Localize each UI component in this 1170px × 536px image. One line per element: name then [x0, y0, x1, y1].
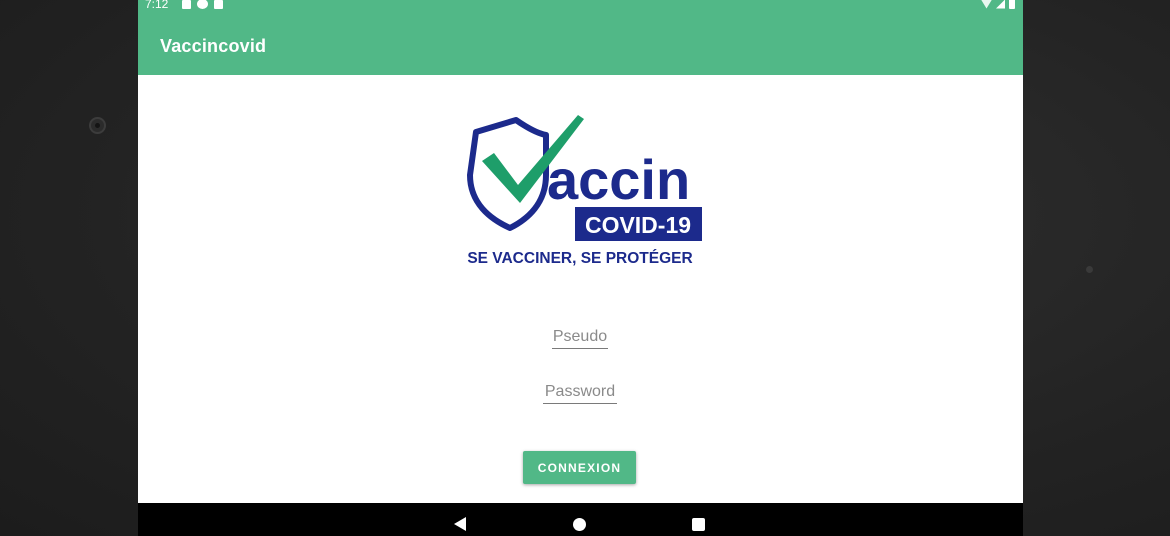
- a-notification-icon: [182, 0, 191, 9]
- front-camera: [89, 117, 106, 134]
- status-left-icons: [182, 0, 223, 9]
- pseudo-input[interactable]: Pseudo: [552, 328, 608, 349]
- status-bar: 7:12: [138, 0, 1023, 12]
- screen: 7:12 Vaccincovid accin COVID-19 SE VACCI…: [138, 0, 1023, 536]
- connexion-button[interactable]: CONNEXION: [523, 451, 636, 484]
- recents-icon[interactable]: [692, 518, 705, 531]
- wifi-icon: [981, 0, 992, 9]
- device-frame: 7:12 Vaccincovid accin COVID-19 SE VACCI…: [0, 0, 1170, 536]
- login-content: accin COVID-19 SE VACCINER, SE PROTÉGER …: [138, 75, 1023, 503]
- password-input[interactable]: Password: [543, 383, 617, 404]
- app-title: Vaccincovid: [160, 36, 267, 56]
- vaccin-covid-logo: accin COVID-19 SE VACCINER, SE PROTÉGER: [467, 115, 702, 267]
- logo-tagline: SE VACCINER, SE PROTÉGER: [467, 250, 692, 267]
- back-icon[interactable]: [454, 517, 466, 531]
- app-bar: Vaccincovid: [138, 12, 1023, 75]
- status-time: 7:12: [145, 0, 169, 11]
- logo-badge-text: COVID-19: [585, 212, 691, 238]
- logo-word: accin: [547, 148, 690, 211]
- battery-icon: [1009, 0, 1015, 9]
- sd-card-icon: [214, 0, 223, 9]
- sensor-dot: [1086, 266, 1093, 273]
- navigation-bar: [138, 503, 1023, 536]
- signal-icon: [996, 0, 1005, 9]
- status-right-icons: [981, 0, 1015, 9]
- p-notification-icon: [197, 0, 208, 9]
- home-icon[interactable]: [573, 518, 586, 531]
